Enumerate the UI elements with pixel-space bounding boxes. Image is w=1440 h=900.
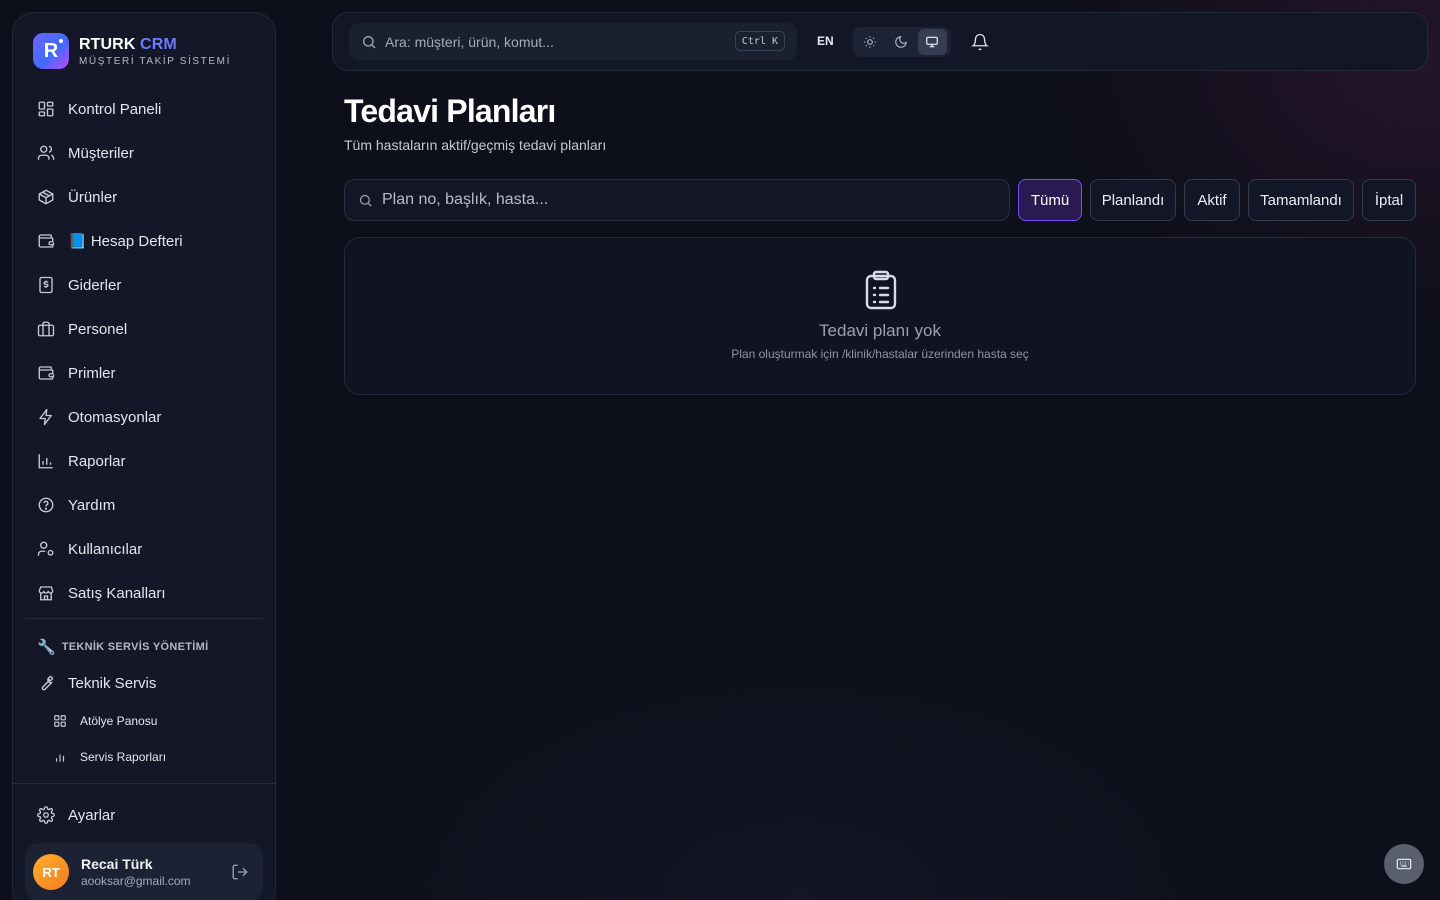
section-teknik-servis-title: 🔧 TEKNİK SERVİS YÖNETİMİ xyxy=(37,638,208,656)
sidebar-item-yardim[interactable]: Yardım xyxy=(25,483,265,527)
sidebar-item-label: Personel xyxy=(68,320,128,338)
bar-chart-icon xyxy=(53,750,67,764)
sidebar-item-giderler[interactable]: Giderler xyxy=(25,263,265,307)
keyboard-icon xyxy=(1396,856,1412,872)
sidebar-item-kullanicilar[interactable]: Kullanıcılar xyxy=(25,527,265,571)
user-name: Recai Türk xyxy=(81,856,153,872)
sidebar-item-raporlar[interactable]: Raporlar xyxy=(25,439,265,483)
plan-search-input[interactable]: Plan no, başlık, hasta... xyxy=(344,179,1010,221)
sidebar-item-kontrol-paneli[interactable]: Kontrol Paneli xyxy=(25,87,265,131)
store-icon xyxy=(37,584,55,602)
wrench-icon xyxy=(37,674,55,692)
wallet-icon xyxy=(37,232,55,250)
sidebar-nav: Kontrol Paneli Müşteriler Ürünler 📘 Hesa… xyxy=(25,87,265,615)
filter-tumu-button[interactable]: Tümü xyxy=(1018,179,1082,221)
lightning-icon xyxy=(37,408,55,426)
theme-light-button[interactable] xyxy=(855,29,884,55)
help-circle-icon xyxy=(37,496,55,514)
user-cog-icon xyxy=(37,540,55,558)
users-icon xyxy=(37,144,55,162)
filter-planlandi-button[interactable]: Planlandı xyxy=(1090,179,1176,221)
sidebar-item-urunler[interactable]: Ürünler xyxy=(25,175,265,219)
page-title: Tedavi Planları xyxy=(344,93,556,129)
shortcut-hint: Ctrl K xyxy=(734,31,785,51)
sidebar: R RTURK CRM MÜŞTERİ TAKİP SİSTEMİ Kontro… xyxy=(12,12,276,900)
package-icon xyxy=(37,188,55,206)
keyboard-shortcuts-button[interactable] xyxy=(1384,844,1424,884)
brand-subtitle: MÜŞTERİ TAKİP SİSTEMİ xyxy=(79,55,231,67)
sidebar-item-label: Otomasyonlar xyxy=(68,408,162,426)
sidebar-item-label: Ürünler xyxy=(68,188,118,206)
sidebar-item-label: Yardım xyxy=(68,496,116,514)
brand[interactable]: R RTURK CRM MÜŞTERİ TAKİP SİSTEMİ xyxy=(33,33,231,69)
avatar: RT xyxy=(33,854,69,890)
sidebar-item-label: Raporlar xyxy=(68,452,126,470)
sidebar-item-label: Müşteriler xyxy=(68,144,134,162)
user-email: aooksar@gmail.com xyxy=(81,874,191,888)
sidebar-item-satis-kanallari[interactable]: Satış Kanalları xyxy=(25,571,265,615)
sidebar-item-label: Primler xyxy=(68,364,116,382)
theme-switcher xyxy=(853,27,951,57)
sidebar-item-label: Kontrol Paneli xyxy=(68,100,162,118)
brand-logo: R xyxy=(33,33,69,69)
sidebar-item-musteriler[interactable]: Müşteriler xyxy=(25,131,265,175)
sidebar-item-label: Giderler xyxy=(68,276,122,294)
logout-icon[interactable] xyxy=(231,863,249,881)
avatar-initials: RT xyxy=(42,864,60,880)
empty-state-description: Plan oluşturmak için /klinik/hastalar üz… xyxy=(731,347,1029,361)
sidebar-subitem-label: Servis Raporları xyxy=(80,750,167,764)
bell-icon[interactable] xyxy=(971,33,989,51)
brand-name: RTURK CRM xyxy=(79,36,231,54)
bar-chart-icon xyxy=(37,452,55,470)
moon-icon xyxy=(894,35,908,49)
user-card[interactable]: RT Recai Türk aooksar@gmail.com xyxy=(25,843,263,900)
sun-icon xyxy=(863,35,877,49)
sidebar-item-hesap-defteri[interactable]: 📘 Hesap Defteri xyxy=(25,219,265,263)
sidebar-divider xyxy=(13,783,275,784)
sidebar-item-primler[interactable]: Primler xyxy=(25,351,265,395)
monitor-icon xyxy=(925,35,939,49)
filter-aktif-button[interactable]: Aktif xyxy=(1184,179,1240,221)
page-subtitle: Tüm hastaların aktif/geçmiş tedavi planl… xyxy=(344,137,607,153)
sidebar-item-label: 📘 Hesap Defteri xyxy=(68,233,183,250)
sidebar-subitem-label: Atölye Panosu xyxy=(80,714,158,728)
wallet-icon xyxy=(37,364,55,382)
sidebar-item-label: Kullanıcılar xyxy=(68,540,143,558)
empty-state-card: Tedavi planı yok Plan oluşturmak için /k… xyxy=(344,237,1416,395)
plan-search-placeholder: Plan no, başlık, hasta... xyxy=(382,191,549,208)
language-toggle[interactable]: EN xyxy=(817,34,834,48)
sidebar-item-label: Teknik Servis xyxy=(68,674,157,692)
sidebar-item-label: Satış Kanalları xyxy=(68,584,166,602)
sidebar-item-otomasyonlar[interactable]: Otomasyonlar xyxy=(25,395,265,439)
search-icon xyxy=(361,34,377,50)
section-title-label: TEKNİK SERVİS YÖNETİMİ xyxy=(61,641,209,653)
clipboard-list-icon xyxy=(863,270,899,310)
search-placeholder: Ara: müşteri, ürün, komut... xyxy=(385,33,554,50)
receipt-dollar-icon xyxy=(37,276,55,294)
briefcase-icon xyxy=(37,320,55,338)
sidebar-subitem-servis-raporlari[interactable]: Servis Raporları xyxy=(53,743,166,771)
dashboard-icon xyxy=(37,100,55,118)
sidebar-item-teknik-servis[interactable]: Teknik Servis xyxy=(25,661,265,705)
sidebar-item-ayarlar[interactable]: Ayarlar xyxy=(25,793,265,837)
sidebar-divider xyxy=(25,618,263,619)
sidebar-subitem-atolye-panosu[interactable]: Atölye Panosu xyxy=(53,707,157,735)
sidebar-item-label: Ayarlar xyxy=(68,806,116,824)
filter-tamamlandi-button[interactable]: Tamamlandı xyxy=(1248,179,1354,221)
empty-state-title: Tedavi planı yok xyxy=(819,321,941,340)
search-icon xyxy=(358,193,373,208)
theme-system-button[interactable] xyxy=(917,29,947,55)
theme-dark-button[interactable] xyxy=(886,29,915,55)
sidebar-item-personel[interactable]: Personel xyxy=(25,307,265,351)
brand-logo-letter: R xyxy=(43,39,59,62)
global-search-input[interactable]: Ara: müşteri, ürün, komut... Ctrl K xyxy=(349,23,797,60)
gear-icon xyxy=(37,806,55,824)
brand-name-accent: CRM xyxy=(140,35,177,53)
filter-iptal-button[interactable]: İptal xyxy=(1362,179,1416,221)
wrench-emoji: 🔧 xyxy=(37,639,56,656)
grid-icon xyxy=(53,714,67,728)
brand-name-primary: RTURK xyxy=(79,35,136,53)
topbar: Ara: müşteri, ürün, komut... Ctrl K EN xyxy=(332,12,1428,71)
